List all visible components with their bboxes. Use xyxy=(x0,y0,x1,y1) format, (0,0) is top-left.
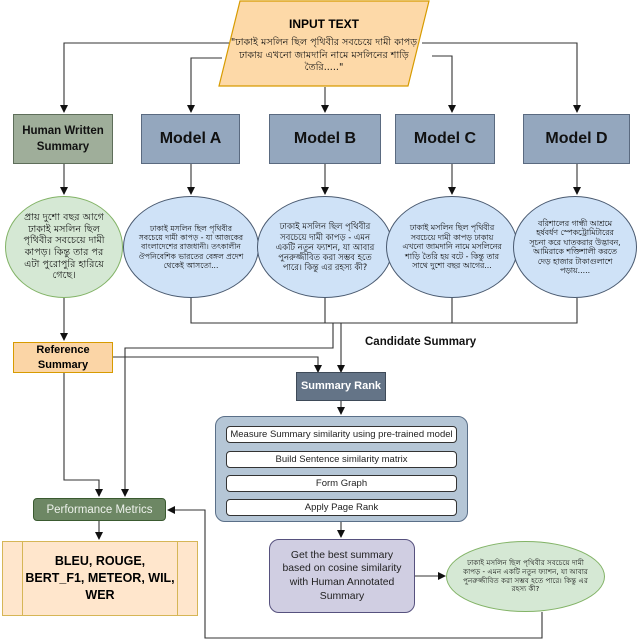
human-written-summary-label: Human Written Summary xyxy=(22,124,104,153)
metrics-left-divider xyxy=(22,542,23,615)
model-d-summary-ellipse: বরিশালের গান্ধী আশ্রমে হর্ষবর্ধণ স্পেকট্… xyxy=(513,196,637,298)
input-text-node: INPUT TEXT "ঢাকাই মসলিন ছিল পৃথিবীর সবচে… xyxy=(228,8,420,84)
model-d-label: Model D xyxy=(545,130,608,147)
model-a-summary-ellipse: ঢাকাই মসলিন ছিল পৃথিবীর সবচেয়ে দামী কাপ… xyxy=(123,196,259,298)
metrics-list-box: BLEU, ROUGE, BERT_F1, METEOR, WIL, WER xyxy=(2,541,198,616)
edge-reference-rank xyxy=(113,356,322,373)
edge-input-human xyxy=(60,42,230,113)
best-summary-output-text: ঢাকাই মসলিন ছিল পৃথিবীর সবচেয়ে দামী কাপ… xyxy=(463,557,588,594)
reference-summary-label: Reference Summary xyxy=(36,344,90,371)
performance-metrics-box: Performance Metrics xyxy=(33,498,166,521)
reference-summary-box: Reference Summary xyxy=(13,342,113,373)
model-a-box: Model A xyxy=(141,114,240,164)
summary-rank-label: Summary Rank xyxy=(300,379,382,392)
edge-input-model-d xyxy=(422,42,581,113)
model-c-label: Model C xyxy=(413,130,477,147)
input-title: INPUT TEXT xyxy=(288,16,359,31)
model-b-label: Model B xyxy=(293,130,357,147)
model-b-summary-ellipse: ঢাকাই মসলিন ছিল পৃথিবীর সবচেয়ে দামী কাপ… xyxy=(257,196,393,298)
rank-step-form-graph: Form Graph xyxy=(226,475,457,492)
rank-process-container: Measure Summary similarity using pre-tra… xyxy=(215,416,468,522)
best-summary-box: Get the best summary based on cosine sim… xyxy=(269,539,415,613)
model-b-summary-text: ঢাকাই মসলিন ছিল পৃথিবীর সবচেয়ে দামী কাপ… xyxy=(275,221,375,273)
edge-candidates-merge xyxy=(190,298,578,324)
model-b-box: Model B xyxy=(269,114,381,164)
rank-step-build-matrix: Build Sentence similarity matrix xyxy=(226,451,457,468)
human-written-summary-box: Human Written Summary xyxy=(13,114,113,164)
model-c-summary-ellipse: ঢাকাই মসলিন ছিল পৃথিবীর সবচেয়ে দামী কাপ… xyxy=(386,196,518,298)
model-c-box: Model C xyxy=(395,114,495,164)
model-c-summary-text: ঢাকাই মসলিন ছিল পৃথিবীর সবচেয়ে দামী কাপ… xyxy=(402,223,502,271)
human-summary-text: প্রায় দুশো বছর আগে ঢাকাই মসলিন ছিল পৃথি… xyxy=(23,211,105,282)
edge-reference-perf xyxy=(63,373,103,497)
edge-input-model-c xyxy=(432,55,456,113)
model-d-box: Model D xyxy=(523,114,630,164)
input-text: "ঢাকাই মসলিন ছিল পৃথিবীর সবচেয়ে দামী কা… xyxy=(230,36,418,74)
model-d-summary-text: বরিশালের গান্ধী আশ্রমে হর্ষবর্ধণ স্পেকট্… xyxy=(529,218,621,276)
performance-metrics-label: Performance Metrics xyxy=(46,503,153,516)
model-a-label: Model A xyxy=(159,130,222,147)
metrics-list-text: BLEU, ROUGE, BERT_F1, METEOR, WIL, WER xyxy=(25,554,175,602)
rank-step-measure-similarity: Measure Summary similarity using pre-tra… xyxy=(226,426,457,443)
metrics-right-divider xyxy=(177,542,178,615)
rank-step-apply-page-rank: Apply Page Rank xyxy=(226,499,457,516)
human-summary-ellipse: প্রায় দুশো বছর আগে ঢাকাই মসলিন ছিল পৃথি… xyxy=(5,196,123,298)
best-summary-output-ellipse: ঢাকাই মসলিন ছিল পৃথিবীর সবচেয়ে দামী কাপ… xyxy=(446,541,605,612)
model-a-summary-text: ঢাকাই মসলিন ছিল পৃথিবীর সবচেয়ে দামী কাপ… xyxy=(138,223,244,270)
candidate-summary-label: Candidate Summary xyxy=(365,336,477,348)
summary-rank-box: Summary Rank xyxy=(296,372,386,401)
best-summary-label: Get the best summary based on cosine sim… xyxy=(282,549,402,602)
